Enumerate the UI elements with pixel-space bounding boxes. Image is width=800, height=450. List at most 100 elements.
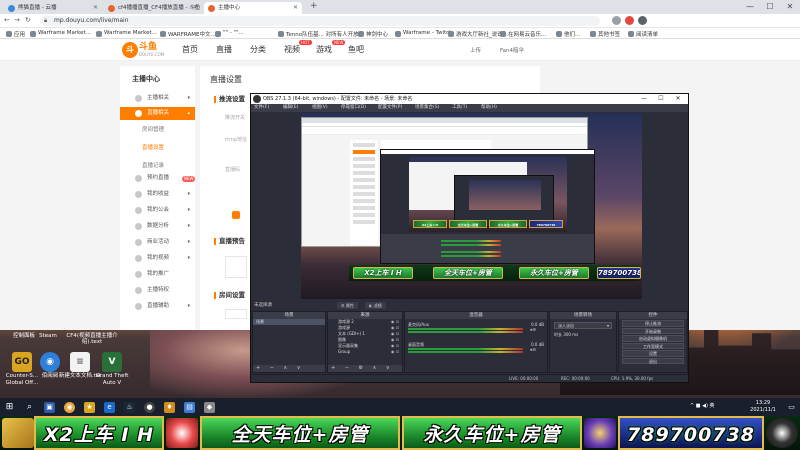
sidebar-item-anchor[interactable]: 主播相关 ▾: [120, 92, 195, 105]
bookmark-item[interactable]: Warframe Market...: [96, 30, 157, 37]
folder-icon[interactable]: ▤: [184, 402, 195, 413]
edge-icon[interactable]: e: [104, 402, 115, 413]
sidebar-item-live[interactable]: 直播相关 ▴: [120, 107, 195, 120]
speaker-icon[interactable]: 🔊︎⚙: [530, 327, 544, 333]
bookmark-item[interactable]: 在网易云音乐...: [500, 30, 546, 38]
sidebar-item-income[interactable]: 我的收益 ▾: [120, 188, 195, 201]
nav-fishbar[interactable]: 鱼吧: [348, 44, 364, 55]
sidebar-item-video[interactable]: 我的视频 ▾: [120, 252, 195, 265]
new-tab-button[interactable]: +: [310, 1, 318, 11]
menu-dock[interactable]: 停靠窗口(D): [341, 104, 366, 112]
obs-minimize-button[interactable]: —: [636, 94, 652, 104]
nav-live[interactable]: 直播: [216, 44, 232, 55]
menu-scene-collection[interactable]: 场景集合(S): [415, 104, 439, 112]
game-icon[interactable]: ♦: [164, 402, 175, 413]
star-icon[interactable]: [612, 16, 621, 25]
desktop-label-text-file[interactable]: CF4(视频直播主播介绍).text: [62, 333, 122, 345]
bookmark-item[interactable]: Warframe Market...: [30, 30, 91, 37]
start-recording-button[interactable]: 开始录制: [622, 327, 684, 334]
nav-game[interactable]: 游戏: [316, 44, 332, 55]
douyu-logo[interactable]: 斗 斗鱼 DOUYU.COM: [122, 42, 164, 58]
sidebar-item-guild[interactable]: 我的公会 ▾: [120, 204, 195, 217]
close-icon[interactable]: ✕: [293, 2, 298, 14]
sidebar-item-assist[interactable]: 直播辅助 ▾: [120, 300, 195, 313]
nav-category[interactable]: 分类: [250, 44, 266, 55]
misc-app-icon[interactable]: ◆: [204, 402, 215, 413]
menu-file[interactable]: 文件(F): [254, 104, 269, 112]
scene-item[interactable]: 场景: [253, 319, 325, 325]
bookmark-item[interactable]: Warframe - Twitch: [395, 30, 453, 37]
maximize-button[interactable]: ☐: [760, 0, 780, 14]
bookmark-item[interactable]: "" - ""...: [215, 30, 244, 37]
menu-help[interactable]: 帮助(H): [481, 104, 497, 112]
exit-button[interactable]: 退出: [622, 357, 684, 364]
user-name[interactable]: Fan4暗伞: [500, 46, 524, 54]
bookmark-item[interactable]: Tenno队伍基... 对所有人开放: [278, 30, 359, 38]
obs-maximize-button[interactable]: ☐: [653, 94, 669, 104]
stop-streaming-button[interactable]: 停止推流: [622, 320, 684, 327]
tab-panda[interactable]: 熊猫直播 - 云播 ✕: [4, 2, 102, 14]
bookmark-item[interactable]: 游戏大厅新社_说说...: [448, 30, 508, 38]
studio-mode-button[interactable]: 工作室模式: [622, 342, 684, 349]
nav-home[interactable]: 首页: [182, 44, 198, 55]
virtual-camera-button[interactable]: 启动虚拟摄像机: [622, 335, 684, 342]
close-window-button[interactable]: ✕: [780, 0, 800, 14]
desktop-icon-gta[interactable]: V Grand Theft Auto V: [90, 352, 134, 387]
notification-icon[interactable]: ▭: [786, 402, 797, 413]
sidebar-item-privilege[interactable]: 主播特权: [120, 284, 195, 297]
sidebar-sub-records[interactable]: 直播记录: [142, 161, 164, 169]
transition-select[interactable]: 淡入淡出 ▾: [554, 322, 612, 329]
sidebar-item-promo[interactable]: 我的推广: [120, 268, 195, 281]
forward-icon[interactable]: →: [14, 16, 20, 24]
bookmark-item[interactable]: 其他书签: [590, 30, 620, 38]
bookmark-item[interactable]: WARFRAME中文...: [160, 30, 216, 38]
nav-video[interactable]: 视频: [284, 44, 300, 55]
tray-icons[interactable]: ^ ■ ◀) 英: [690, 402, 714, 411]
close-icon[interactable]: ✕: [93, 2, 98, 14]
menu-icon[interactable]: [638, 16, 647, 25]
bookmark-item[interactable]: 神剑中心: [358, 30, 388, 38]
sources-dock-toolbar[interactable]: + − ⚙ ∧ ∨: [328, 365, 402, 372]
back-icon[interactable]: ←: [4, 16, 10, 24]
menu-profile[interactable]: 配置文件(P): [378, 104, 402, 112]
minimize-button[interactable]: —: [740, 0, 760, 14]
bookmark-item[interactable]: 他们...: [556, 30, 580, 38]
tab-anchor-center[interactable]: 主播中心 ✕: [204, 2, 302, 14]
transition-duration[interactable]: 时长 300 ms: [550, 332, 616, 338]
obs-taskbar-icon[interactable]: ●: [144, 402, 155, 413]
tab-cf-live[interactable]: cf4播播直播_CF4播放直播 - 斗鱼 ✕: [104, 2, 202, 14]
chrome-icon[interactable]: ◉: [64, 402, 75, 413]
obs-preview[interactable]: X2上车 I H 全天车位+房管 永久车位+房管 789700738 X2上车 …: [301, 113, 642, 299]
preview-thumb[interactable]: [225, 256, 247, 278]
settings-button[interactable]: 设置: [622, 350, 684, 357]
reload-icon[interactable]: ↻: [25, 16, 31, 24]
extension-icon[interactable]: [625, 16, 634, 25]
url-field[interactable]: 🔒︎ mp.douyu.com/live/main: [40, 16, 600, 26]
bookmark-item[interactable]: 应用: [6, 30, 25, 38]
scenes-dock-toolbar[interactable]: + − ∧ ∨: [253, 365, 325, 372]
close-icon[interactable]: ✕: [193, 2, 198, 14]
windows-start-icon[interactable]: ⊞: [4, 402, 15, 413]
tab-bar: 熊猫直播 - 云播 ✕ cf4播播直播_CF4播放直播 - 斗鱼 ✕ 主播中心 ✕ +…: [0, 0, 800, 14]
bookmark-item[interactable]: 阅读清单: [628, 30, 658, 38]
eye-icon[interactable]: ◉ ⊡: [391, 349, 399, 355]
system-clock[interactable]: 13:29 2021/11/1: [748, 400, 778, 414]
filters-button[interactable]: ◐ 滤镜: [365, 302, 386, 309]
source-item[interactable]: Group ◉ ⊡: [328, 349, 402, 355]
sidebar-sub-room[interactable]: 房间管理: [142, 125, 164, 133]
menu-edit[interactable]: 编辑(E): [283, 104, 298, 112]
obs-close-button[interactable]: ✕: [670, 94, 686, 104]
room-setting-box[interactable]: [225, 309, 247, 319]
app-icon[interactable]: ★: [84, 402, 95, 413]
menu-tools[interactable]: 工具(T): [452, 104, 467, 112]
search-icon[interactable]: ⌕: [24, 402, 35, 413]
sidebar-sub-settings[interactable]: 直播设置: [142, 143, 164, 151]
speaker-icon[interactable]: 🔊︎⚙: [530, 347, 544, 353]
task-view-icon[interactable]: ▣: [44, 402, 55, 413]
properties-button[interactable]: ⚙ 属性: [337, 302, 358, 309]
steam-icon[interactable]: ♨: [124, 402, 135, 413]
sidebar-item-data[interactable]: 数据分析 ▾: [120, 220, 195, 233]
sidebar-item-business[interactable]: 商业活动 ▾: [120, 236, 195, 249]
upload-link[interactable]: 上传: [470, 46, 481, 54]
menu-view[interactable]: 视图(V): [312, 104, 328, 112]
